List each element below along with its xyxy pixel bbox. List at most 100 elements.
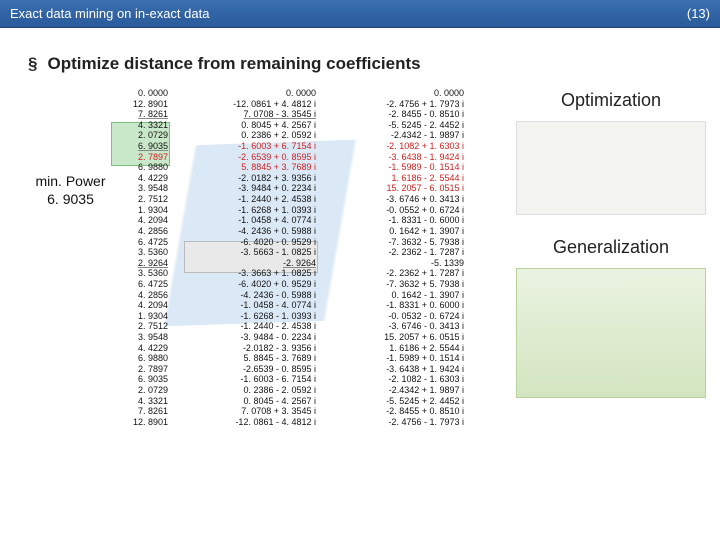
data-row: -3. 6746 - 0. 3413 i — [334, 321, 464, 332]
data-row: -1. 8331 + 0. 6000 i — [334, 300, 464, 311]
title-text: Exact data mining on in-exact data — [10, 6, 687, 21]
data-row: -5. 1339 — [334, 258, 464, 269]
data-row: 15. 2057 + 6. 0515 i — [334, 332, 464, 343]
data-row: -3. 6438 - 1. 9424 i — [334, 152, 464, 163]
data-row: -3. 9484 + 0. 2234 i — [186, 183, 316, 194]
data-row: -5. 5245 - 2. 4452 i — [334, 120, 464, 131]
data-row: -2. 2362 + 1. 7287 i — [334, 268, 464, 279]
data-row: -12. 0861 + 4. 4812 i — [186, 99, 316, 110]
data-row: 1. 6186 + 2. 5544 i — [334, 343, 464, 354]
right-panel: Optimization Generalization — [516, 90, 706, 420]
data-row: 0. 1642 + 1. 3907 i — [334, 226, 464, 237]
data-row: 6. 9880 — [113, 353, 168, 364]
data-row: -2. 6539 + 0. 8595 i — [186, 152, 316, 163]
data-row: 2. 7512 — [113, 321, 168, 332]
data-row: 0. 8045 - 4. 2567 i — [186, 396, 316, 407]
data-row: -2. 4756 + 1. 7973 i — [334, 99, 464, 110]
data-row: 4. 4229 — [113, 173, 168, 184]
minpower-value: 6. 9035 — [28, 190, 113, 208]
caption-generalization: Generalization — [516, 237, 706, 258]
data-row: 6. 9880 — [113, 162, 168, 173]
data-row: 2. 7897 — [113, 364, 168, 375]
data-row: -2.4342 + 1. 9897 i — [334, 385, 464, 396]
column-complex-a: 0. 0000-12. 0861 + 4. 4812 i7. 0708 - 3.… — [186, 88, 316, 428]
data-row: -2. 9264 — [186, 258, 316, 269]
data-row: 0. 2386 - 2. 0592 i — [186, 385, 316, 396]
data-row: 6. 9035 — [113, 141, 168, 152]
data-row: -2. 0182 + 3. 9356 i — [186, 173, 316, 184]
data-row: -7. 3632 - 5. 7938 i — [334, 237, 464, 248]
slide-body: §Optimize distance from remaining coeffi… — [0, 28, 720, 540]
data-row: 3. 5360 — [113, 247, 168, 258]
data-row: 6. 4725 — [113, 237, 168, 248]
minpower-name: min. Power — [28, 172, 113, 190]
data-row: -0. 0552 + 0. 6724 i — [334, 205, 464, 216]
data-row: 2. 7512 — [113, 194, 168, 205]
data-row: 3. 9548 — [113, 183, 168, 194]
data-row: 0. 1642 - 1. 3907 i — [334, 290, 464, 301]
data-row: 12. 8901 — [113, 417, 168, 428]
data-row: 1. 6186 - 2. 5544 i — [334, 173, 464, 184]
formula-optimization — [516, 121, 706, 215]
data-row: 0. 0000 — [113, 88, 168, 99]
data-row: -1. 6003 + 6. 7154 i — [186, 141, 316, 152]
data-row: 1. 9304 — [113, 205, 168, 216]
data-row: -2.0182 - 3. 9356 i — [186, 343, 316, 354]
data-row: -1. 5989 - 0. 1514 i — [334, 162, 464, 173]
data-row: 12. 8901 — [113, 99, 168, 110]
data-row: -2. 8455 + 0. 8510 i — [334, 406, 464, 417]
title-bar: Exact data mining on in-exact data (13) — [0, 0, 720, 28]
data-row: -1. 6268 - 1. 0393 i — [186, 311, 316, 322]
data-row: 2. 0729 — [113, 130, 168, 141]
data-row: 4. 3321 — [113, 120, 168, 131]
data-row: -1. 6003 - 6. 7154 i — [186, 374, 316, 385]
column-magnitudes: 0. 000012. 89017. 82614. 33212. 07296. 9… — [113, 88, 168, 428]
data-row: 2. 9264 — [113, 258, 168, 269]
data-row: -1. 6268 + 1. 0393 i — [186, 205, 316, 216]
data-row: 0. 0000 — [334, 88, 464, 99]
data-row: -3. 5663 - 1. 0825 i — [186, 247, 316, 258]
data-row: 0. 0000 — [186, 88, 316, 99]
data-row: 7. 0708 + 3. 3545 i — [186, 406, 316, 417]
data-row: 3. 5360 — [113, 268, 168, 279]
data-row: -2. 4756 - 1. 7973 i — [334, 417, 464, 428]
caption-optimization: Optimization — [516, 90, 706, 111]
data-row: -2. 2362 - 1. 7287 i — [334, 247, 464, 258]
data-row: -4. 2436 - 0. 5988 i — [186, 290, 316, 301]
formula-generalization — [516, 268, 706, 398]
heading-text: Optimize distance from remaining coeffic… — [47, 54, 420, 73]
data-row: 7. 0708 - 3. 3545 i — [186, 109, 316, 120]
data-row: 6. 4725 — [113, 279, 168, 290]
data-row: -7. 3632 + 5. 7938 i — [334, 279, 464, 290]
data-row: 4. 2094 — [113, 300, 168, 311]
data-row: -6. 4020 + 0. 9529 i — [186, 279, 316, 290]
column-complex-b: 0. 0000-2. 4756 + 1. 7973 i-2. 8455 - 0.… — [334, 88, 464, 428]
data-row: -1. 5989 + 0. 1514 i — [334, 353, 464, 364]
data-row: -2. 1082 - 1. 6303 i — [334, 374, 464, 385]
data-row: 1. 9304 — [113, 311, 168, 322]
data-row: 3. 9548 — [113, 332, 168, 343]
data-row: -3. 3663 + 1. 0825 i — [186, 268, 316, 279]
data-row: 4. 3321 — [113, 396, 168, 407]
data-row: -2.6539 - 0. 8595 i — [186, 364, 316, 375]
data-row: 15. 2057 - 6. 0515 i — [334, 183, 464, 194]
data-row: 5. 8845 - 3. 7689 i — [186, 353, 316, 364]
data-row: 4. 4229 — [113, 343, 168, 354]
data-row: 2. 7897 — [113, 152, 168, 163]
data-row: 7. 8261 — [113, 406, 168, 417]
data-row: -2. 8455 - 0. 8510 i — [334, 109, 464, 120]
page-number: (13) — [687, 6, 710, 21]
data-row: 0. 8045 + 4. 2567 i — [186, 120, 316, 131]
data-row: -1. 8331 - 0. 6000 i — [334, 215, 464, 226]
data-row: -3. 6746 + 0. 3413 i — [334, 194, 464, 205]
section-heading: §Optimize distance from remaining coeffi… — [28, 54, 702, 74]
data-row: 0. 2386 + 2. 0592 i — [186, 130, 316, 141]
data-row: -1. 0458 - 4. 0774 i — [186, 300, 316, 311]
data-row: -3. 6438 + 1. 9424 i — [334, 364, 464, 375]
data-row: -0. 0532 - 0. 6724 i — [334, 311, 464, 322]
data-row: -5. 5245 + 2. 4452 i — [334, 396, 464, 407]
data-row: -12. 0861 - 4. 4812 i — [186, 417, 316, 428]
data-row: -4. 2436 + 0. 5988 i — [186, 226, 316, 237]
data-row: -1. 2440 + 2. 4538 i — [186, 194, 316, 205]
data-row: 4. 2856 — [113, 226, 168, 237]
